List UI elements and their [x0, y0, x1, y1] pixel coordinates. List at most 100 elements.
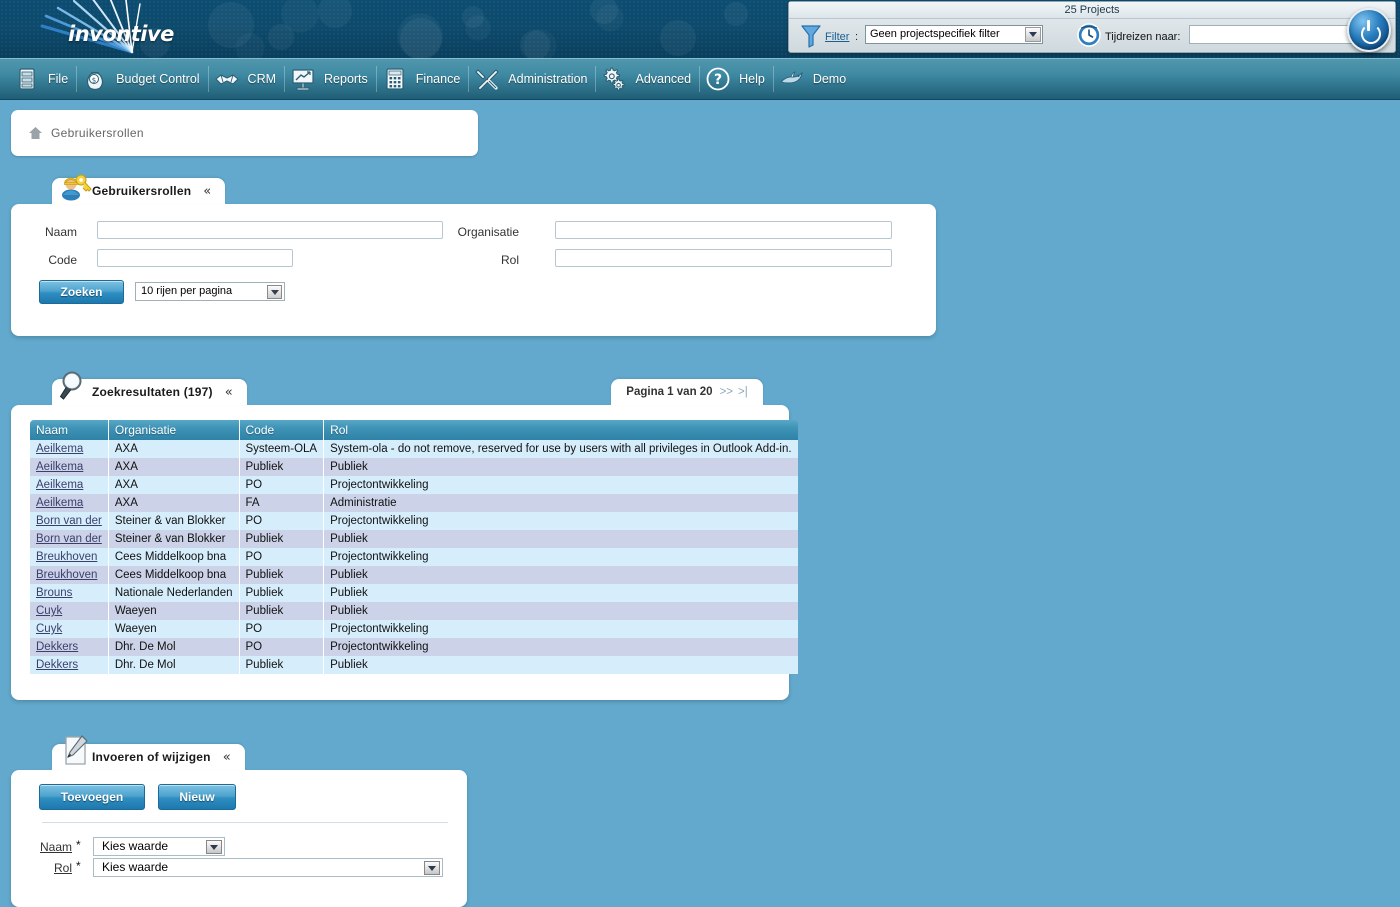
search-naam-input[interactable] [97, 221, 443, 239]
cell-naam[interactable]: Breukhoven [30, 566, 109, 584]
row-name-link[interactable]: Aeilkema [36, 461, 83, 473]
cell-naam[interactable]: Born van der [30, 530, 109, 548]
naam-required-mark: * [76, 838, 81, 852]
svg-text:?: ? [714, 72, 722, 88]
time-travel-label: Tijdreizen naar: [1105, 31, 1181, 43]
power-button[interactable] [1347, 8, 1391, 52]
cell-organisatie: AXA [108, 494, 240, 512]
cell-organisatie: AXA [108, 476, 240, 494]
home-icon[interactable] [29, 127, 42, 139]
table-row: Aeilkema AXA FA Administratie [30, 494, 798, 512]
filter-toolbar: 25 Projects Filter : Geen projectspecifi… [788, 1, 1396, 53]
column-header-code[interactable]: Code [239, 420, 325, 440]
chevron-down-icon[interactable] [267, 285, 282, 299]
collapse-chevron-icon[interactable]: « [223, 751, 231, 764]
cell-code: Publiek [239, 602, 325, 620]
table-header-row: Naam Organisatie Code Rol [30, 420, 798, 440]
row-name-link[interactable]: Dekkers [36, 659, 78, 671]
cell-naam[interactable]: Dekkers [30, 638, 109, 656]
cell-organisatie: Steiner & van Blokker [108, 512, 240, 530]
dolphin-icon [779, 71, 803, 84]
cell-naam[interactable]: Breukhoven [30, 548, 109, 566]
nav-label-finance: Finance [415, 72, 461, 86]
row-name-link[interactable]: Cuyk [36, 605, 62, 617]
cell-naam[interactable]: Born van der [30, 512, 109, 530]
column-header-organisatie[interactable]: Organisatie [108, 420, 240, 440]
cell-rol: Administratie [323, 494, 798, 512]
cell-naam[interactable]: Aeilkema [30, 494, 109, 512]
time-travel-input[interactable] [1189, 25, 1369, 44]
column-header-naam[interactable]: Naam [30, 420, 109, 440]
row-name-link[interactable]: Cuyk [36, 623, 62, 635]
edit-naam-select[interactable]: Kies waarde [93, 837, 225, 856]
row-name-link[interactable]: Born van der [36, 515, 102, 527]
chevron-down-icon[interactable] [206, 840, 222, 854]
row-name-link[interactable]: Born van der [36, 533, 102, 545]
cell-organisatie: Waeyen [108, 620, 240, 638]
cell-naam[interactable]: Cuyk [30, 602, 109, 620]
label-edit-naam[interactable]: Naam [40, 840, 72, 854]
cell-naam[interactable]: Brouns [30, 584, 109, 602]
column-header-rol[interactable]: Rol [323, 420, 798, 440]
nav-item-help[interactable]: ? Help [699, 58, 773, 100]
nav-item-file[interactable]: File [8, 58, 76, 100]
cell-naam[interactable]: Aeilkema [30, 458, 109, 476]
cell-naam[interactable]: Aeilkema [30, 476, 109, 494]
chevron-down-icon[interactable] [424, 861, 440, 875]
row-name-link[interactable]: Aeilkema [36, 497, 83, 509]
results-panel-title: Zoekresultaten (197) [92, 385, 213, 399]
search-code-input[interactable] [97, 249, 293, 267]
nav-label-crm: CRM [247, 72, 277, 86]
search-panel-tab[interactable]: Gebruikersrollen « [52, 174, 226, 204]
nav-item-crm[interactable]: CRM [207, 58, 284, 100]
last-page-button[interactable]: >| [738, 386, 748, 398]
row-name-link[interactable]: Aeilkema [36, 479, 83, 491]
section-divider [42, 822, 448, 823]
results-table-body: Aeilkema AXA Systeem-OLA System-ola - do no… [30, 440, 798, 674]
search-button[interactable]: Zoeken [39, 280, 124, 304]
cell-rol: Publiek [323, 584, 798, 602]
new-button[interactable]: Nieuw [158, 784, 236, 810]
row-name-link[interactable]: Aeilkema [36, 443, 83, 455]
cell-organisatie: Nationale Nederlanden [108, 584, 240, 602]
edit-panel-tab[interactable]: Invoeren of wijzigen « [52, 735, 245, 770]
question-circle-icon: ? [706, 67, 730, 91]
cell-organisatie: Cees Middelkoop bna [108, 548, 240, 566]
cell-organisatie: Steiner & van Blokker [108, 530, 240, 548]
results-panel-tab[interactable]: Zoekresultaten (197) « [52, 371, 247, 405]
row-name-link[interactable]: Brouns [36, 587, 72, 599]
cell-rol: Projectontwikkeling [323, 548, 798, 566]
nav-label-budget-control: Budget Control [116, 72, 200, 86]
search-organisatie-input[interactable] [555, 221, 892, 239]
row-name-link[interactable]: Breukhoven [36, 551, 97, 563]
cell-naam[interactable]: Aeilkema [30, 440, 109, 458]
nav-item-advanced[interactable]: Advanced [595, 58, 699, 100]
collapse-chevron-icon[interactable]: « [225, 386, 233, 399]
chevron-down-icon[interactable] [1025, 27, 1041, 42]
collapse-chevron-icon[interactable]: « [203, 185, 211, 198]
next-page-button[interactable]: >> [720, 386, 733, 398]
nav-item-finance[interactable]: Finance [375, 58, 468, 100]
rows-per-page-select[interactable]: 10 rijen per pagina [135, 282, 285, 301]
search-panel-body: Naam Organisatie Code Rol Zoeken 10 rije… [11, 204, 936, 336]
results-panel-body: Naam Organisatie Code Rol Aeilkema AXA Sys… [11, 405, 798, 700]
cabinet-icon [19, 68, 35, 90]
project-filter-select[interactable]: Geen projectspecifiek filter [865, 25, 1043, 44]
nav-item-demo[interactable]: Demo [772, 58, 854, 100]
nav-item-reports[interactable]: Reports [284, 58, 376, 100]
nav-item-budget-control[interactable]: $ Budget Control [76, 58, 207, 100]
breadcrumb-label[interactable]: Gebruikersrollen [51, 126, 144, 140]
time-travel-clock-icon[interactable] [1077, 23, 1101, 47]
label-edit-rol[interactable]: Rol [54, 861, 72, 875]
row-name-link[interactable]: Dekkers [36, 641, 78, 653]
cell-organisatie: AXA [108, 440, 240, 458]
calculator-icon [386, 68, 404, 90]
add-button[interactable]: Toevoegen [39, 784, 145, 810]
nav-item-administration[interactable]: Administration [468, 58, 595, 100]
filter-link[interactable]: Filter [825, 31, 849, 43]
search-rol-input[interactable] [555, 249, 892, 267]
edit-rol-select[interactable]: Kies waarde [93, 858, 443, 877]
cell-naam[interactable]: Cuyk [30, 620, 109, 638]
row-name-link[interactable]: Breukhoven [36, 569, 97, 581]
cell-naam[interactable]: Dekkers [30, 656, 109, 674]
